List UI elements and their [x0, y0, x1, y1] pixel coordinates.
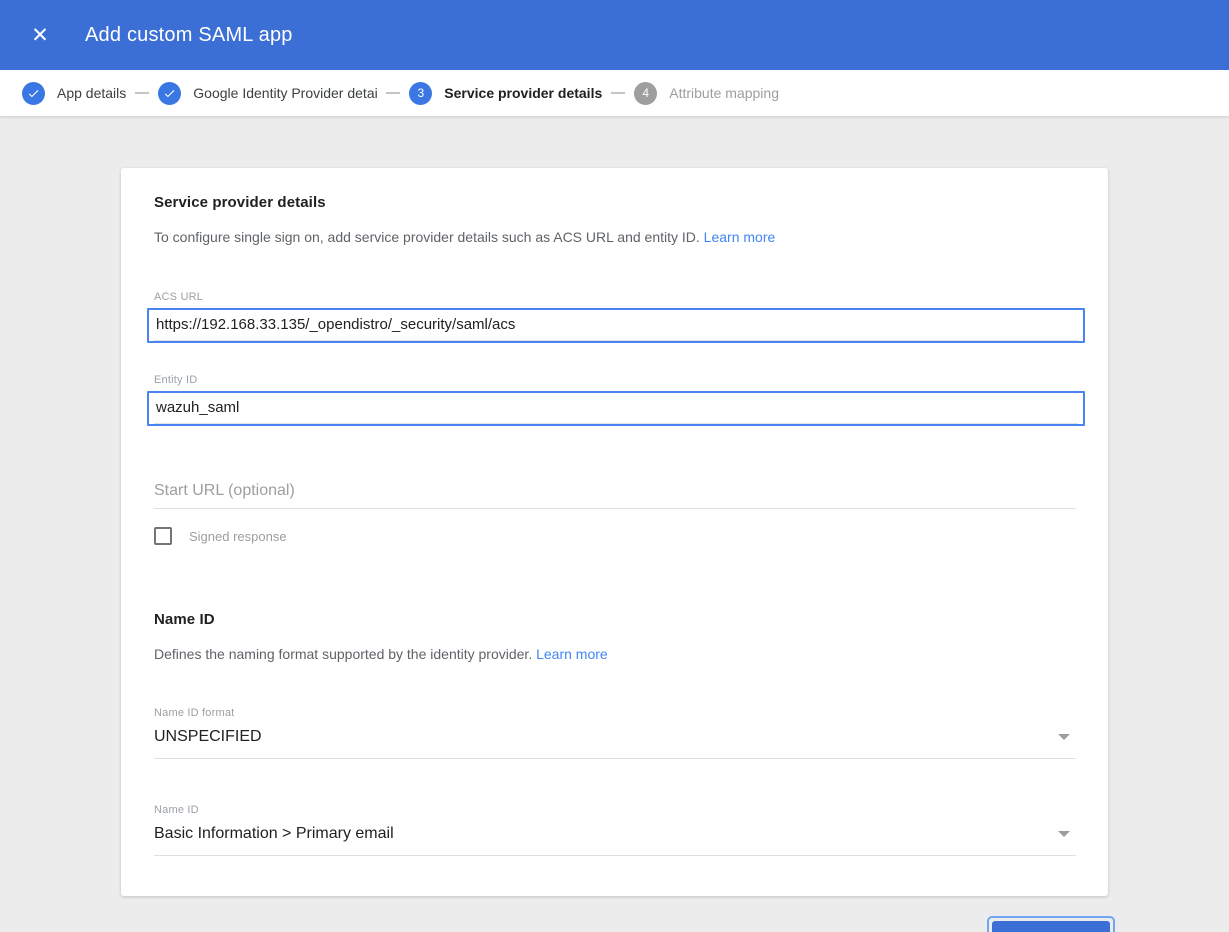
step-google-idp-details[interactable]: Google Identity Provider details — [158, 81, 378, 105]
name-id-heading: Name ID — [154, 611, 215, 628]
step-number-circle: 3 — [409, 81, 433, 105]
continue-focus-ring: CONTINUE — [987, 916, 1115, 932]
acs-url-label: ACS URL — [154, 291, 204, 303]
name-id-group: Name ID Basic Information > Primary emai… — [154, 804, 1076, 856]
dialog-title: Add custom SAML app — [85, 23, 293, 46]
name-id-select[interactable]: Basic Information > Primary email — [154, 816, 1076, 856]
name-id-section: Name ID Defines the naming format suppor… — [154, 611, 1078, 856]
step-service-provider-details[interactable]: 3 Service provider details — [409, 81, 603, 105]
check-icon — [165, 89, 175, 97]
signed-response-row: Signed response — [154, 527, 1078, 545]
entity-id-group: Entity ID — [147, 374, 1085, 426]
name-id-format-value: UNSPECIFIED — [154, 728, 262, 745]
dialog-header: ✕ Add custom SAML app — [0, 0, 1229, 70]
wizard-stepper: App details Google Identity Provider det… — [0, 70, 1229, 117]
continue-button[interactable]: CONTINUE — [992, 921, 1110, 932]
step-number: 3 — [417, 86, 425, 100]
close-icon[interactable]: ✕ — [22, 17, 58, 53]
step-connector — [135, 92, 150, 94]
name-id-label: Name ID — [154, 804, 199, 816]
name-id-value: Basic Information > Primary email — [154, 825, 394, 842]
wizard-footer: BACK CANCEL CONTINUE — [115, 916, 1115, 932]
step-label: Google Identity Provider details — [193, 85, 378, 101]
step-complete-icon — [22, 81, 45, 105]
signed-response-checkbox[interactable] — [154, 527, 172, 545]
learn-more-link[interactable]: Learn more — [536, 646, 608, 662]
step-connector — [611, 92, 626, 94]
start-url-input[interactable] — [154, 480, 1076, 509]
step-number-circle: 4 — [634, 81, 658, 105]
step-label: Service provider details — [444, 85, 603, 101]
section-description: To configure single sign on, add service… — [154, 229, 1078, 245]
start-url-group — [154, 480, 1076, 509]
name-id-description: Defines the naming format supported by t… — [154, 646, 1078, 662]
section-heading: Service provider details — [154, 194, 326, 211]
step-label: App details — [57, 85, 127, 101]
dropdown-arrow-icon — [1058, 734, 1070, 740]
description-text: Defines the naming format supported by t… — [154, 646, 533, 662]
step-connector — [386, 92, 401, 94]
entity-id-focus-box — [147, 391, 1085, 426]
name-id-format-select[interactable]: UNSPECIFIED — [154, 719, 1076, 759]
signed-response-label: Signed response — [189, 528, 287, 544]
description-text: To configure single sign on, add service… — [154, 229, 700, 245]
acs-url-focus-box — [147, 308, 1085, 343]
step-complete-icon — [158, 81, 182, 105]
service-provider-card: Service provider details To configure si… — [121, 168, 1108, 896]
acs-url-input[interactable] — [154, 310, 1078, 341]
learn-more-link[interactable]: Learn more — [704, 229, 776, 245]
step-number: 4 — [642, 86, 650, 100]
acs-url-group: ACS URL — [147, 291, 1085, 343]
entity-id-input[interactable] — [154, 393, 1078, 424]
check-icon — [28, 89, 39, 97]
step-attribute-mapping[interactable]: 4 Attribute mapping — [634, 81, 779, 105]
step-label: Attribute mapping — [669, 85, 779, 101]
dropdown-arrow-icon — [1058, 831, 1070, 837]
name-id-format-group: Name ID format UNSPECIFIED — [154, 707, 1076, 759]
name-id-format-label: Name ID format — [154, 707, 235, 719]
step-app-details[interactable]: App details — [22, 81, 127, 105]
entity-id-label: Entity ID — [154, 374, 198, 386]
